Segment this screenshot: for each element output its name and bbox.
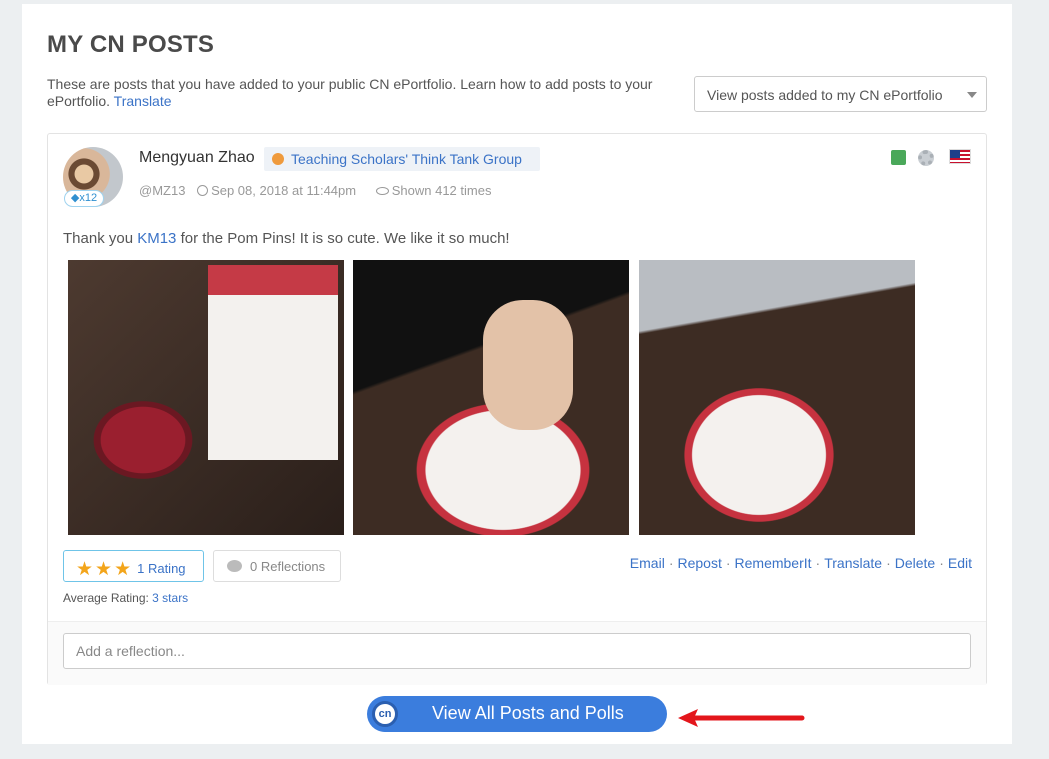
translate-link[interactable]: Translate — [114, 93, 172, 109]
post-photo-2[interactable] — [353, 260, 629, 535]
view-count: Shown 412 times — [375, 183, 500, 198]
post-date-text: Sep 08, 2018 at 11:44pm — [211, 183, 357, 198]
delete-link[interactable]: Delete — [895, 555, 935, 571]
author-name[interactable]: Mengyuan Zhao — [139, 149, 255, 167]
view-count-text: Shown 412 times — [391, 183, 492, 198]
star-icon: ★★★ — [76, 559, 134, 580]
edit-link[interactable]: Edit — [948, 555, 972, 571]
comment-icon — [227, 560, 242, 572]
repost-link[interactable]: Repost — [677, 555, 721, 571]
rating-count: 1 Rating — [137, 561, 186, 576]
average-rating-label: Average Rating: — [63, 591, 153, 605]
group-name: Teaching Scholars' Think Tank Group — [291, 151, 522, 167]
my-cn-posts-panel: MY CN POSTS These are posts that you hav… — [22, 4, 1012, 744]
red-arrow-icon — [678, 709, 805, 727]
post-body-text-2: for the Pom Pins! It is so cute. We like… — [176, 230, 510, 247]
separator: · — [725, 555, 731, 571]
lock-icon[interactable] — [891, 150, 906, 165]
post-photo-1[interactable] — [68, 260, 344, 535]
reflections-count: 0 Reflections — [250, 559, 326, 574]
us-flag-icon[interactable] — [949, 149, 971, 164]
rememberit-link[interactable]: RememberIt — [735, 555, 812, 571]
separator: · — [815, 555, 821, 571]
post-body-text-1: Thank you — [63, 230, 138, 247]
rating-button[interactable]: ★★★ 1 Rating — [63, 550, 204, 582]
clock-icon — [197, 185, 209, 196]
separator: · — [886, 555, 891, 571]
gear-icon[interactable] — [918, 150, 934, 166]
average-rating-link[interactable]: 3 stars — [152, 591, 188, 605]
separator: · — [668, 555, 674, 571]
cn-logo-icon: cn — [372, 701, 398, 727]
average-rating: Average Rating: 3 stars — [63, 591, 188, 605]
post-card: ◆x12 Mengyuan Zhao Teaching Scholars' Th… — [47, 133, 987, 685]
badge-count: x12 — [79, 192, 98, 204]
separator: · — [939, 555, 944, 571]
post-photo-3[interactable] — [639, 260, 915, 535]
diamond-badge: ◆x12 — [64, 190, 104, 207]
translate-post-link[interactable]: Translate — [824, 555, 882, 571]
intro-text: These are posts that you have added to y… — [47, 76, 687, 110]
mention-link[interactable]: KM13 — [137, 230, 176, 247]
page-title: MY CN POSTS — [47, 31, 215, 58]
post-body: Thank you KM13 for the Pom Pins! It is s… — [63, 230, 510, 247]
view-all-posts-button[interactable]: cn View All Posts and Polls — [367, 696, 667, 732]
group-tag[interactable]: Teaching Scholars' Think Tank Group — [264, 147, 540, 171]
eye-icon — [375, 187, 389, 195]
chevron-down-icon — [967, 92, 977, 98]
reflections-button[interactable]: 0 Reflections — [213, 550, 341, 582]
view-posts-select[interactable]: View posts added to my CN ePortfolio — [694, 76, 987, 112]
post-date: Sep 08, 2018 at 11:44pm — [197, 183, 364, 198]
group-icon — [272, 153, 284, 165]
author-handle[interactable]: @MZ13 — [139, 183, 185, 198]
post-actions: Email · Repost · RememberIt · Translate · Delete… — [630, 555, 972, 571]
post-meta: @MZ13 Sep 08, 2018 at 11:44pm Shown 412 … — [139, 183, 507, 198]
view-all-posts-label: View All Posts and Polls — [432, 703, 624, 723]
reflection-input[interactable] — [63, 633, 971, 669]
view-posts-select-value: View posts added to my CN ePortfolio — [707, 87, 943, 103]
email-link[interactable]: Email — [630, 555, 665, 571]
reflection-area — [48, 621, 986, 685]
